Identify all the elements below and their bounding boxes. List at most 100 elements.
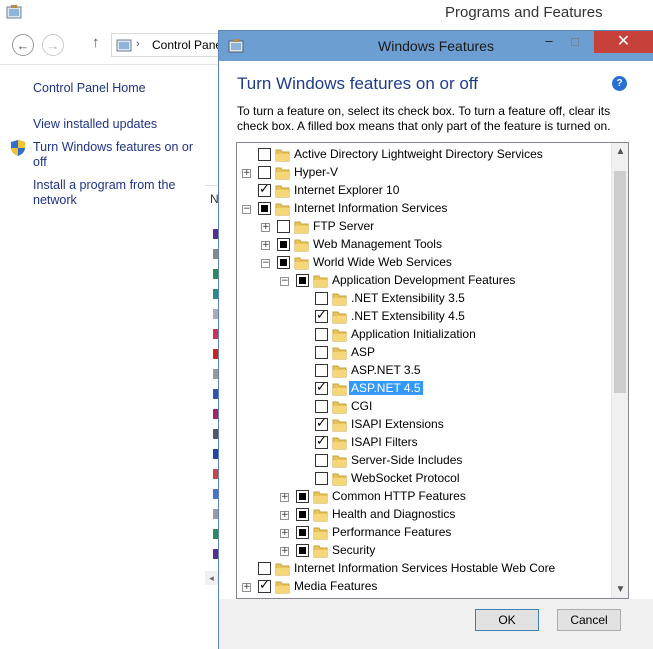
feature-checkbox[interactable] [296,508,309,521]
horizontal-scrollbar[interactable]: ◂ [205,571,218,585]
feature-label[interactable]: CGI [351,399,372,413]
feature-row[interactable]: + Web Management Tools [237,236,609,254]
feature-checkbox[interactable] [277,238,290,251]
maximize-button[interactable]: ☐ [562,33,588,53]
install-program-network-link[interactable]: Install a program from the network [33,178,198,208]
feature-checkbox[interactable] [258,202,271,215]
expand-plus-icon[interactable]: + [261,223,270,232]
ok-button[interactable]: OK [475,609,539,631]
feature-label[interactable]: Internet Explorer 10 [294,183,399,197]
forward-button[interactable]: → [42,34,64,56]
feature-row[interactable]: Internet Information Services Hostable W… [237,560,609,578]
scrollbar-thumb[interactable] [614,171,626,393]
feature-checkbox[interactable] [315,416,328,431]
feature-row[interactable]: Active Directory Lightweight Directory S… [237,146,609,164]
feature-label[interactable]: Security [332,543,375,557]
feature-row[interactable]: ISAPI Filters [237,434,609,452]
feature-checkbox[interactable] [258,562,271,575]
feature-row[interactable]: + Hyper-V [237,164,609,182]
feature-label[interactable]: Internet Information Services [294,201,447,215]
feature-label[interactable]: World Wide Web Services [313,255,452,269]
feature-row[interactable]: CGI [237,398,609,416]
feature-row[interactable]: − Internet Information Services [237,200,609,218]
feature-checkbox[interactable] [296,490,309,503]
feature-row[interactable]: + FTP Server [237,218,609,236]
expand-plus-icon[interactable]: + [280,493,289,502]
feature-checkbox[interactable] [315,454,328,467]
feature-row[interactable]: .NET Extensibility 4.5 [237,308,609,326]
feature-checkbox[interactable] [315,346,328,359]
up-button[interactable]: ↑ [92,34,100,51]
feature-label[interactable]: Application Initialization [351,327,476,341]
feature-row[interactable]: + Health and Diagnostics [237,506,609,524]
feature-row[interactable]: − World Wide Web Services [237,254,609,272]
expand-plus-icon[interactable]: + [280,511,289,520]
feature-row[interactable]: WebSocket Protocol [237,470,609,488]
scroll-up-button[interactable]: ▲ [612,143,628,160]
feature-checkbox[interactable] [315,380,328,395]
feature-label[interactable]: WebSocket Protocol [351,471,460,485]
feature-row[interactable]: + Security [237,542,609,560]
expand-plus-icon[interactable]: + [261,241,270,250]
feature-checkbox[interactable] [258,182,271,197]
feature-checkbox[interactable] [258,148,271,161]
feature-label[interactable]: Health and Diagnostics [332,507,455,521]
feature-label[interactable]: Active Directory Lightweight Directory S… [294,147,543,161]
feature-label[interactable]: ISAPI Filters [351,435,418,449]
collapse-minus-icon[interactable]: − [261,259,270,268]
feature-row[interactable]: − Application Development Features [237,272,609,290]
feature-label[interactable]: Internet Information Services Hostable W… [294,561,555,575]
feature-label[interactable]: Application Development Features [332,273,515,287]
feature-checkbox[interactable] [296,526,309,539]
feature-row[interactable]: ISAPI Extensions [237,416,609,434]
feature-row[interactable]: + Media Features [237,578,609,596]
back-button[interactable]: ← [12,34,34,56]
cancel-button[interactable]: Cancel [557,609,621,631]
expand-plus-icon[interactable]: + [280,547,289,556]
feature-checkbox[interactable] [315,364,328,377]
feature-label[interactable]: Common HTTP Features [332,489,466,503]
feature-label[interactable]: ASP.NET 4.5 [349,381,423,395]
feature-label[interactable]: Performance Features [332,525,451,539]
feature-checkbox[interactable] [277,256,290,269]
feature-checkbox[interactable] [315,292,328,305]
feature-checkbox[interactable] [315,472,328,485]
collapse-minus-icon[interactable]: − [280,277,289,286]
close-button[interactable]: ✕ [594,31,653,53]
feature-checkbox[interactable] [315,308,328,323]
feature-label[interactable]: ASP [351,345,375,359]
minimize-button[interactable]: – [536,33,562,53]
control-panel-home-link[interactable]: Control Panel Home [33,81,198,96]
feature-label[interactable]: ISAPI Extensions [351,417,444,431]
feature-label[interactable]: FTP Server [313,219,374,233]
feature-checkbox[interactable] [277,220,290,233]
feature-label[interactable]: Media Features [294,579,377,593]
feature-label[interactable]: Web Management Tools [313,237,442,251]
feature-checkbox[interactable] [296,274,309,287]
breadcrumb-control-panel[interactable]: Control Panel [152,38,225,52]
feature-row[interactable]: ASP.NET 4.5 [237,380,609,398]
features-tree[interactable]: Active Directory Lightweight Directory S… [236,142,629,599]
feature-checkbox[interactable] [258,166,271,179]
feature-row[interactable]: .NET Extensibility 3.5 [237,290,609,308]
breadcrumb-chevron-icon[interactable]: › [136,38,140,50]
feature-row[interactable]: ASP [237,344,609,362]
dialog-titlebar[interactable]: Windows Features – ☐ ✕ [219,31,653,61]
feature-label[interactable]: .NET Extensibility 3.5 [351,291,465,305]
expand-plus-icon[interactable]: + [242,583,251,592]
feature-checkbox[interactable] [258,578,271,593]
feature-checkbox[interactable] [315,434,328,449]
feature-label[interactable]: Server-Side Includes [351,453,462,467]
feature-checkbox[interactable] [315,400,328,413]
view-installed-updates-link[interactable]: View installed updates [33,117,198,132]
feature-label[interactable]: ASP.NET 3.5 [351,363,421,377]
expand-plus-icon[interactable]: + [280,529,289,538]
feature-checkbox[interactable] [296,544,309,557]
collapse-minus-icon[interactable]: − [242,205,251,214]
scroll-down-button[interactable]: ▼ [612,581,628,598]
feature-row[interactable]: + Performance Features [237,524,609,542]
feature-row[interactable]: + Common HTTP Features [237,488,609,506]
feature-label[interactable]: Hyper-V [294,165,338,179]
feature-row[interactable]: Internet Explorer 10 [237,182,609,200]
feature-label[interactable]: .NET Extensibility 4.5 [351,309,465,323]
